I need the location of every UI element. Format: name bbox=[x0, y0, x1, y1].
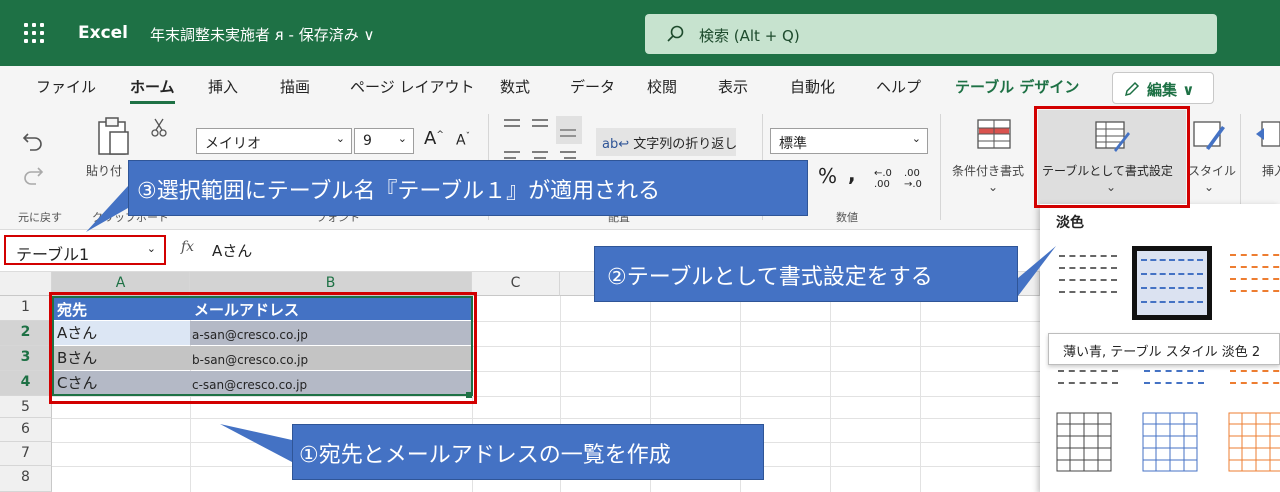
tab-data[interactable]: データ bbox=[570, 76, 615, 97]
percent-icon[interactable]: % bbox=[818, 164, 837, 188]
style-tooltip: 薄い青, テーブル スタイル 淡色 2 bbox=[1048, 333, 1280, 365]
wrap-text-label: 文字列の折り返し bbox=[633, 137, 738, 152]
tab-formulas[interactable]: 数式 bbox=[500, 76, 530, 97]
select-all-corner[interactable] bbox=[0, 272, 52, 296]
increase-decimal-icon[interactable]: ←.0.00 bbox=[874, 168, 892, 190]
ribbon-tabs: ファイル ホーム 挿入 描画 ページ レイアウト 数式 データ 校閲 表示 自動… bbox=[0, 66, 1280, 106]
insert-cells-icon[interactable] bbox=[1256, 120, 1280, 148]
name-box[interactable]: テーブル1 ⌄ bbox=[4, 235, 166, 265]
callout-1: ①宛先とメールアドレスの一覧を作成 bbox=[292, 424, 764, 480]
row-header-3[interactable]: 3 bbox=[0, 346, 52, 371]
search-placeholder: 検索 (Alt + Q) bbox=[699, 27, 800, 45]
tab-draw[interactable]: 描画 bbox=[280, 76, 310, 97]
search-box[interactable]: 検索 (Alt + Q) bbox=[645, 14, 1217, 54]
undo-icon[interactable] bbox=[22, 130, 44, 152]
cell-style-icon[interactable] bbox=[1192, 118, 1226, 150]
ribbon-separator bbox=[940, 114, 941, 220]
app-launcher-icon[interactable] bbox=[24, 23, 46, 45]
tab-file[interactable]: ファイル bbox=[36, 76, 96, 97]
redo-icon[interactable] bbox=[22, 164, 44, 186]
table-style-light-2[interactable] bbox=[1132, 246, 1212, 320]
row-header-4[interactable]: 4 bbox=[0, 371, 52, 396]
callout-2: ②テーブルとして書式設定をする bbox=[594, 246, 1018, 302]
gridline bbox=[52, 418, 1040, 419]
row-header-6[interactable]: 6 bbox=[0, 418, 52, 442]
table-style-light-15[interactable] bbox=[1056, 412, 1112, 472]
tab-automate[interactable]: 自動化 bbox=[790, 76, 835, 97]
table-style-light-3[interactable] bbox=[1226, 248, 1280, 308]
conditional-format-label[interactable]: 条件付き書式 bbox=[952, 162, 1024, 179]
number-group-label: 数値 bbox=[836, 211, 858, 224]
search-icon bbox=[667, 25, 684, 42]
undo-group-label: 元に戻す bbox=[18, 211, 62, 224]
chevron-down-icon[interactable]: ⌄ bbox=[1204, 180, 1214, 194]
chevron-down-icon: ⌄ bbox=[335, 132, 345, 145]
name-box-value: テーブル1 bbox=[16, 245, 90, 264]
gridline bbox=[830, 296, 831, 492]
edit-mode-label: 編集 ∨ bbox=[1147, 81, 1195, 99]
font-shrink-icon[interactable]: Aˇ bbox=[456, 132, 470, 149]
table-style-light-1[interactable] bbox=[1054, 248, 1122, 308]
tab-view[interactable]: 表示 bbox=[718, 76, 748, 97]
function-icon[interactable]: fx bbox=[181, 239, 194, 255]
chevron-down-icon[interactable]: ⌄ bbox=[988, 180, 998, 194]
wrap-text-icon: ab↩ bbox=[602, 137, 634, 152]
cut-icon[interactable] bbox=[150, 118, 168, 138]
chevron-down-icon: ⌄ bbox=[146, 242, 156, 255]
tab-table-design[interactable]: テーブル デザイン bbox=[955, 76, 1079, 97]
comma-style-icon[interactable]: , bbox=[848, 162, 856, 186]
table-style-light-9[interactable] bbox=[1140, 366, 1208, 394]
table-style-light-17[interactable] bbox=[1228, 412, 1280, 472]
conditional-format-icon[interactable] bbox=[976, 118, 1012, 150]
document-title[interactable]: 年末調整未実施者 ᴙ - 保存済み ∨ bbox=[150, 24, 375, 45]
paste-icon[interactable] bbox=[96, 116, 132, 156]
pencil-icon bbox=[1124, 81, 1140, 97]
tab-insert[interactable]: 挿入 bbox=[208, 76, 238, 97]
table-style-light-16[interactable] bbox=[1142, 412, 1198, 472]
app-name[interactable]: Excel bbox=[78, 23, 128, 43]
font-name-value: メイリオ bbox=[205, 136, 261, 152]
font-size-combo[interactable]: 9 ⌄ bbox=[354, 128, 414, 154]
row-header-2[interactable]: 2 bbox=[0, 321, 52, 346]
font-size-value: 9 bbox=[363, 133, 372, 149]
table-range-highlight bbox=[49, 292, 477, 404]
row-header-8[interactable]: 8 bbox=[0, 466, 52, 492]
chevron-down-icon: ⌄ bbox=[397, 132, 407, 145]
row-header-5[interactable]: 5 bbox=[0, 396, 52, 418]
number-format-value: 標準 bbox=[779, 136, 807, 152]
cell-style-label[interactable]: スタイル bbox=[1188, 162, 1236, 179]
paste-label[interactable]: 貼り付 bbox=[86, 162, 122, 179]
tab-home[interactable]: ホーム bbox=[130, 76, 175, 104]
table-style-light-8[interactable] bbox=[1054, 366, 1122, 394]
column-header-c[interactable]: C bbox=[472, 272, 560, 296]
formula-input[interactable]: Aさん bbox=[212, 240, 252, 261]
row-header-1[interactable]: 1 bbox=[0, 296, 52, 321]
font-grow-icon[interactable]: A^ bbox=[424, 128, 444, 149]
tab-review[interactable]: 校閲 bbox=[647, 76, 677, 97]
wrap-text-button[interactable]: ab↩ 文字列の折り返し bbox=[596, 128, 738, 156]
tab-help[interactable]: ヘルプ bbox=[876, 76, 921, 97]
tab-page-layout[interactable]: ページ レイアウト bbox=[350, 76, 474, 97]
callout-3: ③選択範囲にテーブル名『テーブル１』が適用される bbox=[128, 160, 808, 216]
format-as-table-highlight bbox=[1034, 106, 1190, 208]
edit-mode-button[interactable]: 編集 ∨ bbox=[1112, 72, 1214, 104]
table-style-light-10[interactable] bbox=[1226, 366, 1280, 394]
decrease-decimal-icon[interactable]: .00 →.0 bbox=[904, 168, 922, 190]
row-header-7[interactable]: 7 bbox=[0, 442, 52, 466]
number-format-combo[interactable]: 標準 ⌄ bbox=[770, 128, 928, 154]
font-name-combo[interactable]: メイリオ ⌄ bbox=[196, 128, 352, 154]
chevron-down-icon: ⌄ bbox=[911, 132, 921, 145]
alignment-icons[interactable] bbox=[500, 116, 586, 166]
gridline bbox=[920, 296, 921, 492]
gallery-section-title: 淡色 bbox=[1056, 215, 1084, 231]
insert-label[interactable]: 挿入 bbox=[1262, 162, 1280, 179]
title-bar: Excel 年末調整未実施者 ᴙ - 保存済み ∨ 検索 (Alt + Q) bbox=[0, 0, 1280, 66]
